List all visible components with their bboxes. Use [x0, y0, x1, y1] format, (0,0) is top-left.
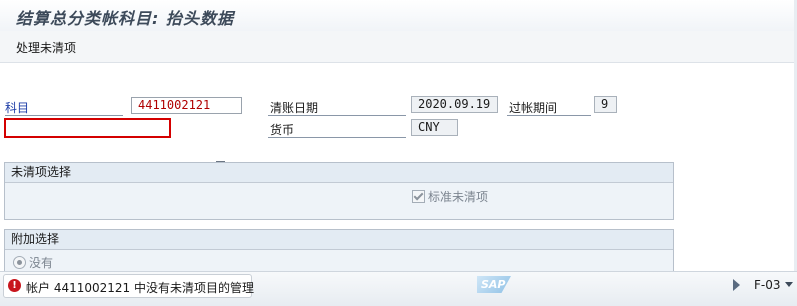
posting-period-field[interactable]: 9	[594, 96, 617, 113]
clearing-date-underline	[268, 115, 406, 116]
status-message-box[interactable]: ! 帐户 4411002121 中没有未清项目的管理	[3, 274, 254, 298]
account-field[interactable]: 4411002121	[131, 97, 242, 114]
error-icon: !	[8, 279, 21, 292]
currency-underline	[268, 137, 406, 138]
posting-period-underline	[507, 115, 591, 116]
currency-field[interactable]: CNY	[411, 119, 458, 136]
application-toolbar: 处理未清项	[0, 31, 797, 63]
status-message-text: 帐户 4411002121 中没有未清项目的管理	[26, 281, 254, 295]
currency-label: 货币	[270, 123, 295, 137]
chevron-down-icon[interactable]	[785, 282, 793, 287]
standard-open-items-checkbox[interactable]: 标准未清项	[412, 188, 488, 205]
company-code-field[interactable]	[4, 118, 171, 138]
radio-selected-icon	[13, 256, 26, 269]
open-item-selection-group: 未清项选择	[4, 162, 674, 220]
window-title: 结算总分类帐科目: 抬头数据	[16, 9, 234, 28]
expand-status-icon[interactable]	[733, 279, 740, 291]
none-radio-label: 没有	[29, 256, 54, 270]
transaction-code[interactable]: F-03	[754, 278, 781, 292]
open-item-selection-title: 未清项选择	[5, 163, 673, 183]
additional-selection-title: 附加选择	[5, 230, 673, 250]
none-radio[interactable]: 没有	[13, 254, 53, 271]
checkbox-checked-icon	[412, 190, 425, 203]
clearing-date-field[interactable]: 2020.09.19	[411, 96, 498, 113]
sap-logo: SAP	[477, 276, 511, 293]
title-bar: 结算总分类帐科目: 抬头数据	[0, 0, 797, 32]
standard-open-items-label: 标准未清项	[428, 190, 489, 204]
account-label-underline	[5, 115, 123, 116]
clearing-date-label: 清账日期	[270, 101, 319, 115]
process-open-items-button[interactable]: 处理未清项	[16, 39, 76, 56]
posting-period-label: 过帐期间	[509, 101, 558, 115]
account-label: 科目	[5, 101, 30, 115]
status-bar: ! 帐户 4411002121 中没有未清项目的管理 SAP F-03	[0, 271, 797, 306]
